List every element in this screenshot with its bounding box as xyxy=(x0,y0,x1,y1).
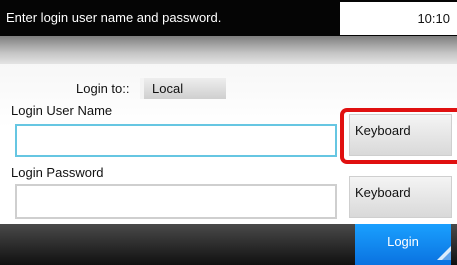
password-keyboard-button[interactable]: Keyboard xyxy=(349,176,452,218)
login-to-label: Login to:: xyxy=(76,81,130,96)
password-label: Login Password xyxy=(11,165,104,180)
clock-time: 10:10 xyxy=(417,11,450,26)
keyboard-button-highlight xyxy=(340,108,457,164)
user-name-label: Login User Name xyxy=(11,103,113,118)
header-message: Enter login user name and password. xyxy=(6,10,222,25)
user-name-input[interactable] xyxy=(15,124,337,157)
login-to-select-button[interactable]: Local xyxy=(140,78,226,99)
header-bar: Enter login user name and password. 10:1… xyxy=(0,0,457,36)
sub-header-bar xyxy=(0,36,457,64)
clock-box: 10:10 xyxy=(340,2,457,35)
corner-arrow-icon xyxy=(437,246,451,260)
login-screen: Enter login user name and password. 10:1… xyxy=(0,0,457,265)
password-input[interactable] xyxy=(15,184,337,219)
